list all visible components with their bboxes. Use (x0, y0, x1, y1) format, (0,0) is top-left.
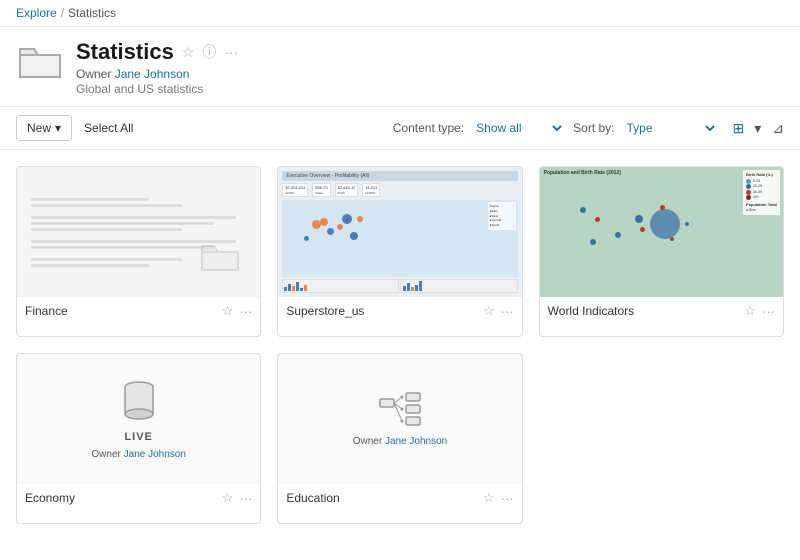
world-name: World Indicators (548, 304, 745, 318)
world-preview: Population and Birth Rate (2012) Birth R… (540, 167, 783, 297)
world-more-icon[interactable]: ··· (762, 304, 775, 319)
superstore-actions: ☆ ··· (483, 303, 514, 319)
new-button[interactable]: New ▾ (16, 115, 72, 141)
superstore-favorite-icon[interactable]: ☆ (483, 303, 495, 319)
economy-more-icon[interactable]: ··· (239, 491, 252, 506)
education-footer: Education ☆ ··· (278, 484, 521, 512)
breadcrumb-current: Statistics (68, 6, 116, 20)
finance-favorite-icon[interactable]: ☆ (222, 303, 234, 319)
view-icons: ⊞ ▾ (730, 118, 765, 139)
world-favorite-icon[interactable]: ☆ (744, 303, 756, 319)
breadcrumb-bar: Explore / Statistics (0, 0, 800, 27)
economy-favorite-icon[interactable]: ☆ (222, 490, 234, 506)
education-owner: Owner Jane Johnson (353, 436, 448, 447)
content-grid: Finance ☆ ··· Executive Overview - Profi… (0, 150, 800, 540)
superstore-name: Superstore_us (286, 304, 483, 318)
superstore-preview: Executive Overview - Profitability (All)… (278, 167, 521, 297)
card-economy[interactable]: LIVE Owner Jane Johnson Economy ☆ ··· (16, 353, 261, 524)
page-title: Statistics (76, 39, 174, 65)
finance-actions: ☆ ··· (222, 303, 253, 319)
toolbar: New ▾ Select All Content type: Show all … (0, 107, 800, 150)
select-all-button[interactable]: Select All (84, 121, 133, 135)
header-description: Global and US statistics (76, 82, 784, 96)
owner-link[interactable]: Jane Johnson (115, 67, 190, 81)
content-type-label: Content type: (393, 121, 464, 135)
sort-select[interactable]: Type Name Date modified Date created (623, 120, 718, 136)
superstore-more-icon[interactable]: ··· (501, 304, 514, 319)
card-education[interactable]: Owner Jane Johnson Education ☆ ··· (277, 353, 522, 524)
header-info: Statistics ☆ ⓘ ··· Owner Jane Johnson Gl… (76, 39, 784, 96)
education-name: Education (286, 491, 483, 505)
header-owner: Owner Jane Johnson (76, 67, 784, 81)
sort-label: Sort by: (573, 121, 614, 135)
economy-preview: LIVE Owner Jane Johnson (17, 354, 260, 484)
folder-icon-large (16, 39, 64, 90)
live-badge: LIVE (124, 431, 152, 443)
flow-icon (378, 391, 422, 430)
finance-name: Finance (25, 304, 222, 318)
page-header: Statistics ☆ ⓘ ··· Owner Jane Johnson Gl… (0, 27, 800, 107)
sort-dropdown[interactable]: Type Name Date modified Date created (623, 120, 718, 136)
filter-icon[interactable]: ⊿ (772, 120, 784, 137)
favorite-icon[interactable]: ☆ (182, 44, 195, 61)
education-preview: Owner Jane Johnson (278, 354, 521, 484)
card-world[interactable]: Population and Birth Rate (2012) Birth R… (539, 166, 784, 337)
chevron-down-icon: ▾ (55, 121, 61, 135)
economy-owner-link[interactable]: Jane Johnson (124, 449, 186, 460)
economy-owner: Owner Jane Johnson (91, 449, 186, 460)
finance-preview (17, 167, 260, 297)
education-owner-link[interactable]: Jane Johnson (385, 436, 447, 447)
finance-footer: Finance ☆ ··· (17, 297, 260, 325)
world-actions: ☆ ··· (744, 303, 775, 319)
economy-footer: Economy ☆ ··· (17, 484, 260, 512)
content-type-select[interactable]: Show all Workbooks Data Sources Flows (472, 120, 565, 136)
card-superstore[interactable]: Executive Overview - Profitability (All)… (277, 166, 522, 337)
education-favorite-icon[interactable]: ☆ (483, 490, 495, 506)
world-footer: World Indicators ☆ ··· (540, 297, 783, 325)
economy-actions: ☆ ··· (222, 490, 253, 506)
breadcrumb-explore[interactable]: Explore (16, 6, 57, 20)
info-icon[interactable]: ⓘ (202, 42, 216, 62)
content-type-dropdown[interactable]: Show all Workbooks Data Sources Flows (472, 120, 565, 136)
economy-name: Economy (25, 491, 222, 505)
view-toggle-chevron[interactable]: ▾ (751, 118, 764, 139)
education-more-icon[interactable]: ··· (501, 491, 514, 506)
grid-view-icon[interactable]: ⊞ (730, 118, 748, 139)
more-options-icon[interactable]: ··· (224, 44, 238, 60)
education-actions: ☆ ··· (483, 490, 514, 506)
toolbar-right: Content type: Show all Workbooks Data So… (393, 118, 784, 139)
finance-more-icon[interactable]: ··· (239, 304, 252, 319)
card-finance[interactable]: Finance ☆ ··· (16, 166, 261, 337)
cylinder-icon (122, 378, 156, 425)
breadcrumb-separator: / (61, 6, 64, 20)
superstore-footer: Superstore_us ☆ ··· (278, 297, 521, 325)
